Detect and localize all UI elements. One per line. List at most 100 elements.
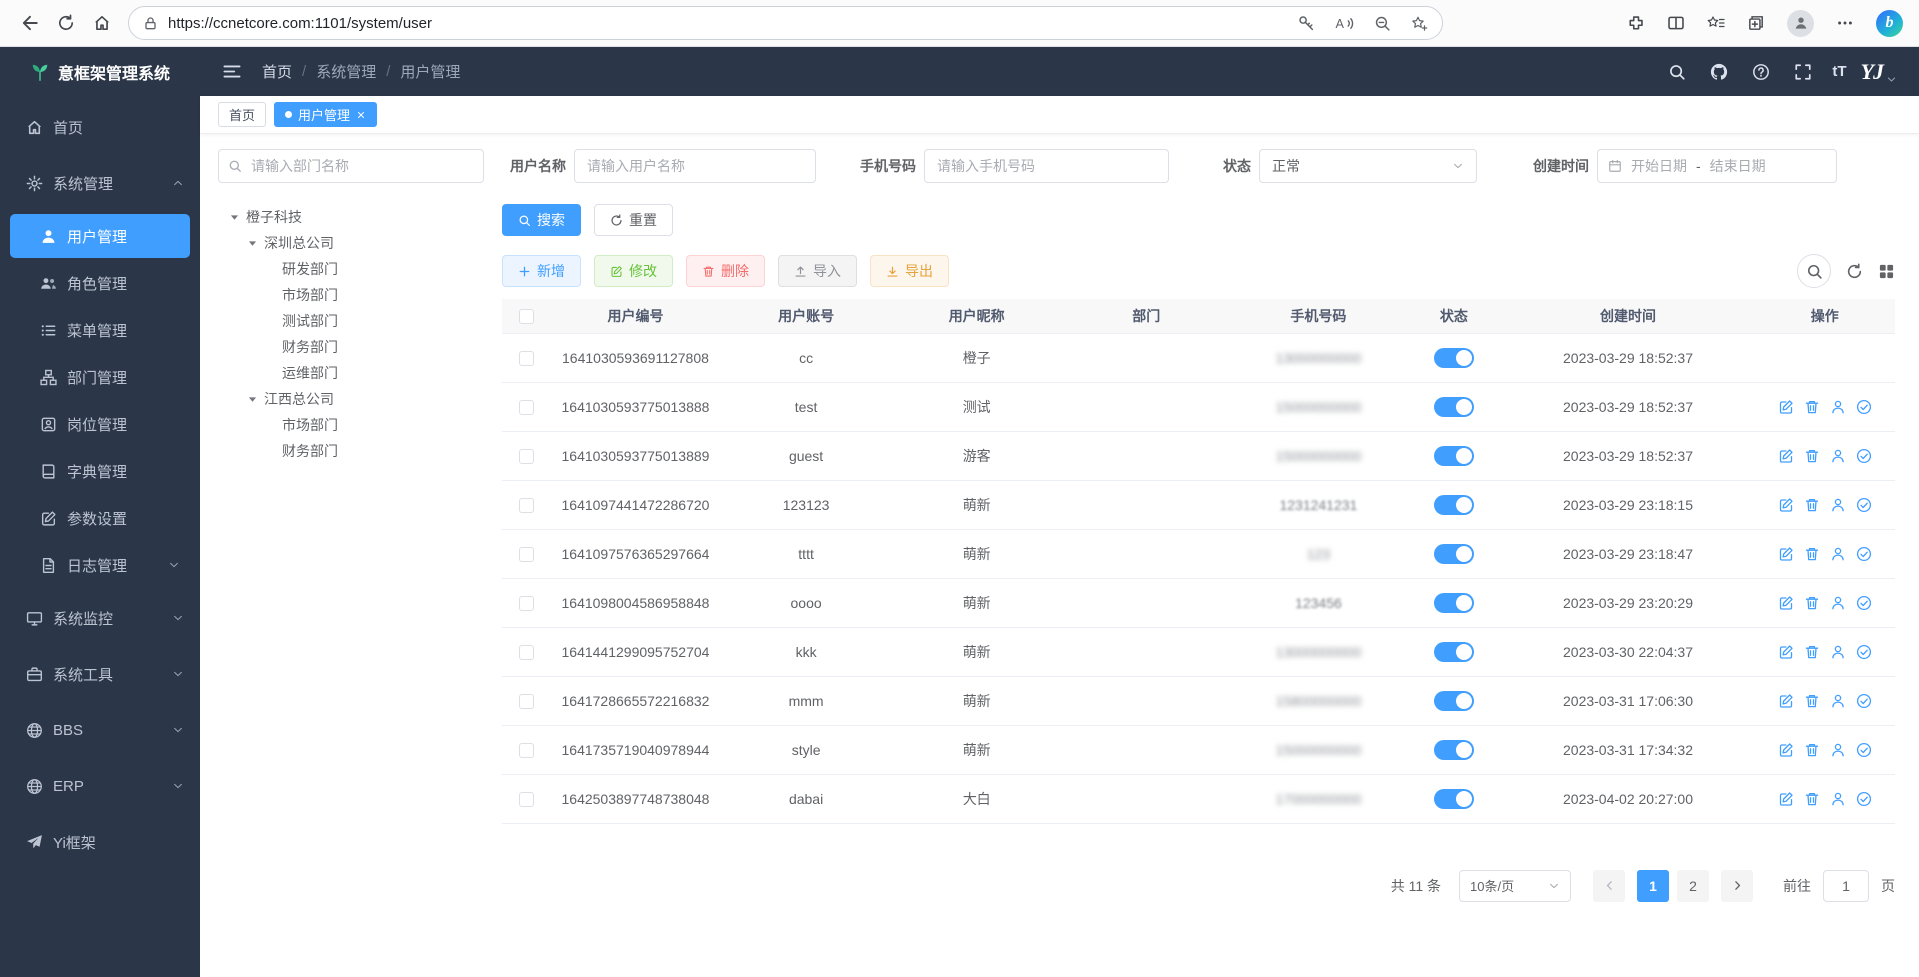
assign-role-button[interactable]	[1856, 791, 1872, 807]
github-button[interactable]	[1706, 59, 1732, 85]
profile-avatar[interactable]	[1787, 10, 1814, 37]
edit-user-button[interactable]	[1778, 497, 1794, 513]
tree-node[interactable]: 测试部门	[218, 308, 484, 334]
status-toggle[interactable]	[1434, 691, 1474, 711]
delete-user-button[interactable]	[1804, 595, 1820, 611]
reset-password-button[interactable]	[1830, 497, 1846, 513]
add-favorite-icon[interactable]	[1411, 15, 1428, 32]
edit-user-button[interactable]	[1778, 791, 1794, 807]
modify-button[interactable]: 修改	[594, 255, 673, 287]
delete-user-button[interactable]	[1804, 497, 1820, 513]
bing-icon[interactable]: b	[1876, 10, 1903, 37]
tree-node[interactable]: 研发部门	[218, 256, 484, 282]
page-size-select[interactable]: 10条/页	[1459, 870, 1571, 902]
assign-role-button[interactable]	[1856, 497, 1872, 513]
status-toggle[interactable]	[1434, 495, 1474, 515]
sidebar-item-user[interactable]: 用户管理	[10, 214, 190, 258]
zoom-out-icon[interactable]	[1374, 15, 1391, 32]
sidebar-item-dict[interactable]: 字典管理	[10, 449, 190, 493]
reset-password-button[interactable]	[1830, 448, 1846, 464]
row-checkbox[interactable]	[519, 645, 534, 660]
sidebar-item-home[interactable]: 首页	[0, 99, 200, 155]
next-page-button[interactable]	[1721, 870, 1753, 902]
tab-close-icon[interactable]	[356, 110, 366, 120]
collections-icon[interactable]	[1747, 14, 1765, 32]
status-toggle[interactable]	[1434, 544, 1474, 564]
password-key-icon[interactable]	[1298, 15, 1315, 32]
prev-page-button[interactable]	[1593, 870, 1625, 902]
row-checkbox[interactable]	[519, 547, 534, 562]
tree-node[interactable]: 财务部门	[218, 334, 484, 360]
sidebar-item-param[interactable]: 参数设置	[10, 496, 190, 540]
dept-search-input[interactable]	[218, 149, 484, 183]
assign-role-button[interactable]	[1856, 399, 1872, 415]
page-button-2[interactable]: 2	[1677, 870, 1709, 902]
breadcrumb-item[interactable]: 首页	[262, 61, 292, 82]
edit-user-button[interactable]	[1778, 693, 1794, 709]
tree-node[interactable]: 深圳总公司	[218, 230, 484, 256]
row-checkbox[interactable]	[519, 400, 534, 415]
fullscreen-button[interactable]	[1790, 59, 1816, 85]
sidebar-item-system[interactable]: 系统管理	[0, 155, 200, 211]
tree-node[interactable]: 市场部门	[218, 282, 484, 308]
browser-home-button[interactable]	[84, 5, 120, 41]
browser-back-button[interactable]	[12, 5, 48, 41]
reset-password-button[interactable]	[1830, 546, 1846, 562]
reset-password-button[interactable]	[1830, 693, 1846, 709]
status-toggle[interactable]	[1434, 397, 1474, 417]
tree-node[interactable]: 橙子科技	[218, 204, 484, 230]
row-checkbox[interactable]	[519, 449, 534, 464]
goto-page-input[interactable]	[1823, 870, 1869, 902]
row-checkbox[interactable]	[519, 351, 534, 366]
reset-password-button[interactable]	[1830, 791, 1846, 807]
delete-user-button[interactable]	[1804, 399, 1820, 415]
read-aloud-icon[interactable]: A	[1335, 15, 1354, 32]
page-button-1[interactable]: 1	[1637, 870, 1669, 902]
sidebar-item-role[interactable]: 角色管理	[10, 261, 190, 305]
extensions-icon[interactable]	[1627, 14, 1645, 32]
select-all-checkbox[interactable]	[519, 309, 534, 324]
column-settings-button[interactable]	[1878, 263, 1895, 280]
username-input[interactable]	[574, 149, 816, 183]
browser-refresh-button[interactable]	[48, 5, 84, 41]
row-checkbox[interactable]	[519, 743, 534, 758]
breadcrumb-item[interactable]: 系统管理	[316, 61, 376, 82]
search-toggle-button[interactable]	[1797, 254, 1831, 288]
sidebar-item-yi[interactable]: Yi框架	[0, 814, 200, 870]
delete-button[interactable]: 删除	[686, 255, 765, 287]
user-logo[interactable]: YJ	[1861, 59, 1897, 85]
sidebar-item-tools[interactable]: 系统工具	[0, 646, 200, 702]
status-toggle[interactable]	[1434, 740, 1474, 760]
tree-node[interactable]: 财务部门	[218, 438, 484, 464]
row-checkbox[interactable]	[519, 694, 534, 709]
sidebar-item-dept[interactable]: 部门管理	[10, 355, 190, 399]
reset-password-button[interactable]	[1830, 595, 1846, 611]
import-button[interactable]: 导入	[778, 255, 857, 287]
status-toggle[interactable]	[1434, 446, 1474, 466]
date-range-picker[interactable]: 开始日期 - 结束日期	[1597, 149, 1837, 183]
status-toggle[interactable]	[1434, 642, 1474, 662]
row-checkbox[interactable]	[519, 498, 534, 513]
delete-user-button[interactable]	[1804, 742, 1820, 758]
search-button[interactable]	[1664, 59, 1690, 85]
search-button[interactable]: 搜索	[502, 204, 581, 236]
edit-user-button[interactable]	[1778, 644, 1794, 660]
edit-user-button[interactable]	[1778, 448, 1794, 464]
sidebar-item-erp[interactable]: ERP	[0, 758, 200, 814]
row-checkbox[interactable]	[519, 596, 534, 611]
split-screen-icon[interactable]	[1667, 14, 1685, 32]
favorites-icon[interactable]	[1707, 14, 1725, 32]
status-toggle[interactable]	[1434, 593, 1474, 613]
delete-user-button[interactable]	[1804, 693, 1820, 709]
reset-password-button[interactable]	[1830, 644, 1846, 660]
reset-button[interactable]: 重置	[594, 204, 673, 236]
delete-user-button[interactable]	[1804, 644, 1820, 660]
question-button[interactable]	[1748, 59, 1774, 85]
sidebar-item-bbs[interactable]: BBS	[0, 702, 200, 758]
edit-user-button[interactable]	[1778, 546, 1794, 562]
tree-node[interactable]: 江西总公司	[218, 386, 484, 412]
status-toggle[interactable]	[1434, 789, 1474, 809]
sidebar-item-menu[interactable]: 菜单管理	[10, 308, 190, 352]
sidebar-item-monitor[interactable]: 系统监控	[0, 590, 200, 646]
collapse-menu-icon[interactable]	[222, 63, 242, 80]
